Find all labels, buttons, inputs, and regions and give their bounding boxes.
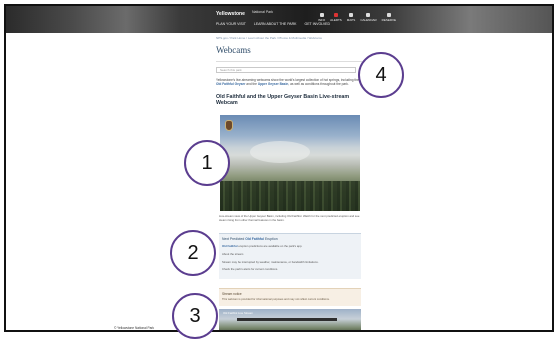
nav-item-plan[interactable]: PLAN YOUR VISIT <box>216 22 246 26</box>
arrowhead-logo-icon <box>225 120 233 131</box>
annotation-marker-3: 3 <box>172 293 218 339</box>
eruption-info-line: Old Faithful eruption predictions are av… <box>222 244 358 249</box>
eruption-line-text: eruption predictions are available on th… <box>237 244 303 248</box>
treeline <box>220 181 360 211</box>
info-icon <box>319 13 324 17</box>
util-reserve-label: RESERVE <box>381 18 396 22</box>
map-icon <box>349 13 354 17</box>
util-maps[interactable]: MAPS <box>346 13 356 22</box>
intro-link-old-faithful[interactable]: Old Faithful Geyser <box>216 82 245 86</box>
util-calendar[interactable]: CALENDAR <box>360 13 377 22</box>
util-alerts-label: ALERTS <box>330 18 342 22</box>
page-title: Webcams <box>216 45 251 55</box>
util-calendar-label: CALENDAR <box>360 18 377 22</box>
section-heading: Old Faithful and the Upper Geyser Basin … <box>216 94 350 107</box>
intro-paragraph: Yellowstone's live-streaming webcams sho… <box>216 78 362 86</box>
main-column: NPS.gov / Park Home / Learn About the Pa… <box>216 36 362 106</box>
steam-plume <box>250 141 310 163</box>
second-webcam-image[interactable]: Old Faithful Live Stream <box>219 309 361 330</box>
eruption-info-title: Next Predicted Old Faithful Eruption <box>222 237 358 241</box>
eruption-title-prefix: Next Predicted <box>222 237 246 241</box>
utility-nav: INFO ALERTS MAPS CALENDAR RESERVE <box>318 13 396 22</box>
stream-about-text: Stream may be interrupted by weather, ma… <box>222 259 319 264</box>
intro-text-2: and the <box>245 82 258 87</box>
webcam-caption: Live-stream view of the Upper Geyser Bas… <box>219 214 360 222</box>
nav-item-involved[interactable]: GET INVOLVED <box>305 22 331 26</box>
eruption-title-link[interactable]: Old Faithful <box>245 237 264 241</box>
brand-title[interactable]: Yellowstone <box>216 11 245 17</box>
video-control-bar[interactable] <box>237 318 337 321</box>
intro-text-3: , as well as conditions throughout the p… <box>288 82 349 87</box>
annotation-marker-2: 2 <box>170 230 216 276</box>
util-alerts[interactable]: ALERTS <box>330 13 342 22</box>
footer-note: © Yellowstone National Park <box>114 326 155 330</box>
screenshot-frame: Yellowstone National Park PLAN YOUR VISI… <box>4 4 554 332</box>
stream-alerts-text: Check the park's alerts for current cond… <box>222 267 279 272</box>
nav-item-learn[interactable]: LEARN ABOUT THE PARK <box>254 22 297 26</box>
eruption-title-suffix: Eruption <box>264 237 278 241</box>
top-navigation: PLAN YOUR VISIT LEARN ABOUT THE PARK GET… <box>216 22 330 26</box>
search-input[interactable]: Search this park <box>216 67 356 73</box>
stream-about-title: About the stream <box>222 251 244 256</box>
util-reserve[interactable]: RESERVE <box>382 13 396 22</box>
util-info-label: INFO <box>318 18 326 22</box>
eruption-info-box: Next Predicted Old Faithful Eruption Old… <box>219 233 361 279</box>
reserve-icon <box>386 13 391 17</box>
eruption-line-link[interactable]: Old Faithful <box>222 244 238 248</box>
breadcrumb[interactable]: NPS.gov / Park Home / Learn About the Pa… <box>216 36 362 40</box>
site-banner: Yellowstone National Park PLAN YOUR VISI… <box>6 6 552 33</box>
stream-notice-title: Stream notice <box>222 292 242 296</box>
util-maps-label: MAPS <box>346 18 356 22</box>
annotation-marker-1: 1 <box>184 140 230 186</box>
alert-icon <box>333 13 338 17</box>
stream-notice-box: Stream notice This webcam is provided fo… <box>219 288 361 306</box>
brand-subtitle: National Park <box>252 10 274 14</box>
stream-notice-text: This webcam is provided for informationa… <box>222 298 330 301</box>
divider <box>216 61 362 62</box>
calendar-icon <box>366 13 371 17</box>
util-info[interactable]: INFO <box>318 13 325 22</box>
annotation-marker-4: 4 <box>358 52 404 98</box>
webcam-live-image[interactable] <box>220 115 360 211</box>
second-webcam-label: Old Faithful Live Stream <box>223 311 254 315</box>
intro-link-upper-basin[interactable]: Upper Geyser Basin <box>258 82 288 86</box>
